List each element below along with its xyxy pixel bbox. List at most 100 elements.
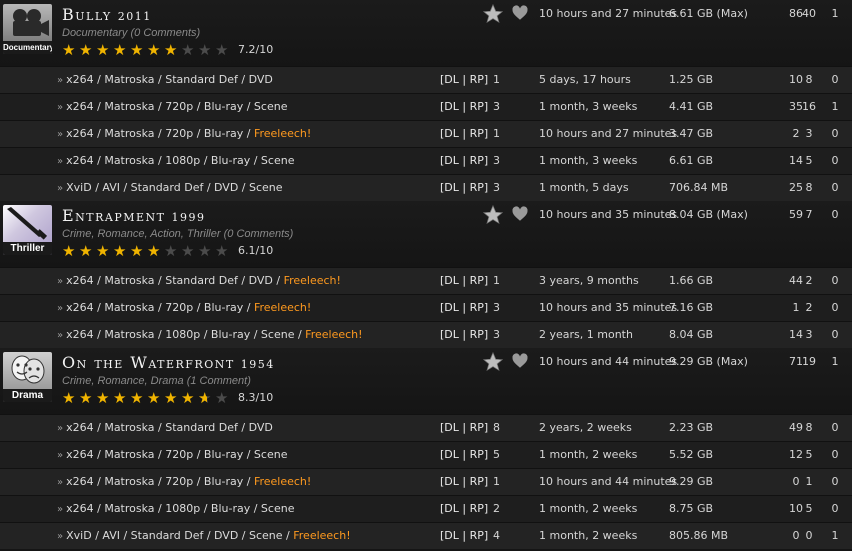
rating-star-icon[interactable]: ★ xyxy=(130,42,147,58)
report-link[interactable]: RP xyxy=(470,154,484,167)
torrent-leechers: 0 xyxy=(831,181,839,194)
torrent-row: » x264 / Matroska / 720p / Blu-ray / Scen… xyxy=(0,441,852,468)
rating-star-icon[interactable]: ★ xyxy=(130,243,147,259)
comments-link[interactable]: 0 Comments xyxy=(134,27,196,39)
download-link[interactable]: DL xyxy=(444,502,459,515)
torrent-format-link[interactable]: » x264 / Matroska / 720p / Blu-ray / Scen… xyxy=(57,99,287,116)
rating-star-icon[interactable]: ★ xyxy=(62,390,79,406)
torrent-age: 1 month, 5 days xyxy=(539,181,629,194)
format-text[interactable]: x264 / Matroska / 1080p / Blu-ray / Scen… xyxy=(66,154,294,167)
torrent-size: 8.04 GB xyxy=(669,328,714,341)
report-link[interactable]: RP xyxy=(470,73,484,86)
rating-star-icon[interactable]: ★ xyxy=(130,390,147,406)
torrent-format-link[interactable]: » x264 / Matroska / 720p / Blu-ray / Scen… xyxy=(57,447,287,464)
report-link[interactable]: RP xyxy=(470,328,484,341)
download-link[interactable]: DL xyxy=(444,529,459,542)
rating-star-icon[interactable]: ★ xyxy=(96,42,113,58)
bullet-icon: » xyxy=(57,450,64,461)
format-text[interactable]: x264 / Matroska / 720p / Blu-ray / xyxy=(66,475,254,488)
rating-star-icon[interactable]: ★ xyxy=(96,243,113,259)
report-link[interactable]: RP xyxy=(470,475,484,488)
download-report-links: [DL | RP] xyxy=(440,475,489,488)
torrent-leechers: 0 xyxy=(831,328,839,341)
report-link[interactable]: RP xyxy=(470,181,484,194)
group-header: Documentary Bully 2011 Documentary (0 Com… xyxy=(0,0,852,66)
tag-list[interactable]: Crime, Romance, Drama xyxy=(62,375,184,387)
rating-star-icon[interactable]: ★ xyxy=(215,42,232,58)
rating-star-icon[interactable]: ★ xyxy=(215,390,232,406)
torrent-format-link[interactable]: » x264 / Matroska / Standard Def / DVD xyxy=(57,420,273,437)
download-link[interactable]: DL xyxy=(444,301,459,314)
torrent-seeders: 3 xyxy=(805,127,813,140)
rating-star-icon[interactable]: ★ xyxy=(181,42,198,58)
format-text[interactable]: XviD / AVI / Standard Def / DVD / Scene xyxy=(66,181,282,194)
rating-star-icon[interactable]: ★ xyxy=(164,243,181,259)
rating-star-icon[interactable]: ★ xyxy=(79,243,96,259)
torrent-format-link[interactable]: » x264 / Matroska / Standard Def / DVD xyxy=(57,72,273,89)
format-text[interactable]: x264 / Matroska / 720p / Blu-ray / Scene xyxy=(66,100,287,113)
torrent-format-link[interactable]: » x264 / Matroska / 720p / Blu-ray / Free… xyxy=(57,474,311,491)
download-link[interactable]: DL xyxy=(444,448,459,461)
download-link[interactable]: DL xyxy=(444,421,459,434)
rating-star-icon[interactable]: ★ xyxy=(164,390,181,406)
format-text[interactable]: x264 / Matroska / Standard Def / DVD / xyxy=(66,274,283,287)
report-link[interactable]: RP xyxy=(470,127,484,140)
report-link[interactable]: RP xyxy=(470,421,484,434)
rating-star-icon[interactable]: ★ xyxy=(147,390,164,406)
download-link[interactable]: DL xyxy=(444,100,459,113)
format-text[interactable]: x264 / Matroska / 1080p / Blu-ray / Scen… xyxy=(66,328,305,341)
rating-star-icon[interactable]: ★ xyxy=(113,390,130,406)
star-rating: ★ ★ ★ ★ ★ ★ ★ ★ ★ ★ 6.1/10 xyxy=(62,243,273,259)
format-text[interactable]: x264 / Matroska / 720p / Blu-ray / xyxy=(66,127,254,140)
format-text[interactable]: x264 / Matroska / 720p / Blu-ray / xyxy=(66,301,254,314)
rating-star-icon[interactable]: ★ xyxy=(113,243,130,259)
download-link[interactable]: DL xyxy=(444,475,459,488)
comments-link[interactable]: 1 Comment xyxy=(190,375,247,387)
report-link[interactable]: RP xyxy=(470,502,484,515)
format-text[interactable]: x264 / Matroska / 1080p / Blu-ray / Scen… xyxy=(66,502,294,515)
report-link[interactable]: RP xyxy=(470,448,484,461)
comments-link[interactable]: 0 Comments xyxy=(227,228,289,240)
report-link[interactable]: RP xyxy=(470,100,484,113)
rating-star-icon[interactable]: ★ xyxy=(113,42,130,58)
format-text[interactable]: x264 / Matroska / 720p / Blu-ray / Scene xyxy=(66,448,287,461)
download-link[interactable]: DL xyxy=(444,181,459,194)
tag-list[interactable]: Crime, Romance, Action, Thriller xyxy=(62,228,221,240)
rating-star-icon[interactable]: ★ xyxy=(79,390,96,406)
torrent-format-link[interactable]: » x264 / Matroska / 720p / Blu-ray / Free… xyxy=(57,300,311,317)
rating-star-icon[interactable]: ★ xyxy=(79,42,96,58)
report-link[interactable]: RP xyxy=(470,529,484,542)
torrent-format-link[interactable]: » x264 / Matroska / 1080p / Blu-ray / Sce… xyxy=(57,501,294,518)
format-text[interactable]: x264 / Matroska / Standard Def / DVD xyxy=(66,73,273,86)
format-text[interactable]: x264 / Matroska / Standard Def / DVD xyxy=(66,421,273,434)
rating-star-icon[interactable]: ★ xyxy=(198,42,215,58)
download-link[interactable]: DL xyxy=(444,274,459,287)
rating-star-icon[interactable]: ★ xyxy=(215,243,232,259)
format-text[interactable]: XviD / AVI / Standard Def / DVD / Scene … xyxy=(66,529,293,542)
rating-star-icon[interactable]: ★ xyxy=(181,243,198,259)
tag-list[interactable]: Documentary xyxy=(62,27,127,39)
torrent-format-link[interactable]: » x264 / Matroska / 1080p / Blu-ray / Sce… xyxy=(57,327,363,344)
rating-star-icon[interactable]: ★ xyxy=(181,390,198,406)
rating-star-icon[interactable]: ★ xyxy=(62,42,79,58)
torrent-format-link[interactable]: » x264 / Matroska / Standard Def / DVD / … xyxy=(57,273,341,290)
rating-star-icon[interactable]: ★ xyxy=(198,390,215,406)
rating-star-icon[interactable]: ★ xyxy=(62,243,79,259)
rating-star-icon[interactable]: ★ xyxy=(96,390,113,406)
download-link[interactable]: DL xyxy=(444,328,459,341)
torrent-age: 1 month, 2 weeks xyxy=(539,502,638,515)
download-link[interactable]: DL xyxy=(444,127,459,140)
torrent-leechers: 0 xyxy=(831,448,839,461)
download-link[interactable]: DL xyxy=(444,154,459,167)
torrent-format-link[interactable]: » x264 / Matroska / 720p / Blu-ray / Free… xyxy=(57,126,311,143)
report-link[interactable]: RP xyxy=(470,274,484,287)
torrent-format-link[interactable]: » x264 / Matroska / 1080p / Blu-ray / Sce… xyxy=(57,153,294,170)
report-link[interactable]: RP xyxy=(470,301,484,314)
torrent-format-link[interactable]: » XviD / AVI / Standard Def / DVD / Scene xyxy=(57,180,283,197)
rating-star-icon[interactable]: ★ xyxy=(198,243,215,259)
torrent-format-link[interactable]: » XviD / AVI / Standard Def / DVD / Scene… xyxy=(57,528,351,545)
rating-star-icon[interactable]: ★ xyxy=(147,42,164,58)
download-link[interactable]: DL xyxy=(444,73,459,86)
rating-star-icon[interactable]: ★ xyxy=(147,243,164,259)
rating-star-icon[interactable]: ★ xyxy=(164,42,181,58)
